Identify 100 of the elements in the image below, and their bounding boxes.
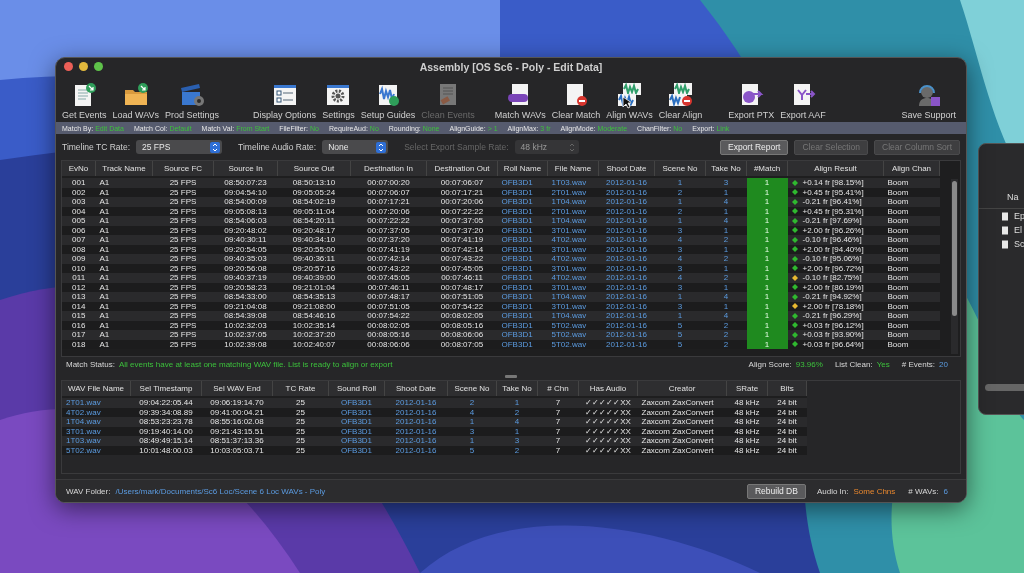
push-button[interactable]: Export Report <box>720 139 789 155</box>
table-cell: 00:08:06:06 <box>426 330 498 340</box>
minimize-button[interactable] <box>79 62 88 71</box>
table-cell: 3T01.wav <box>547 225 599 235</box>
column-header[interactable]: Creator <box>637 381 727 397</box>
table-cell: 25 FPS <box>152 244 214 254</box>
table-cell: A1 <box>95 244 153 254</box>
zoom-button[interactable] <box>94 62 103 71</box>
table-cell: 25 <box>272 407 329 417</box>
table-cell: 09:20:54:05 <box>213 244 278 254</box>
column-header[interactable]: Bits <box>767 381 807 397</box>
table-cell: ✓✓✓✓✓XX <box>578 417 638 427</box>
splitter-handle[interactable] <box>505 374 517 378</box>
dropdown[interactable]: None <box>322 140 389 154</box>
table-cell: 2 <box>654 206 706 216</box>
list-item[interactable]: Sc <box>979 237 1024 251</box>
table-cell: 00:08:02:05 <box>426 311 498 321</box>
toolbar-button[interactable]: Setup Guides <box>358 82 418 122</box>
column-header[interactable]: Align Result <box>787 161 884 177</box>
list-item[interactable]: Ep <box>979 209 1024 223</box>
list-item[interactable]: El <box>979 223 1024 237</box>
table-cell: 25 FPS <box>152 339 214 349</box>
table-cell: Boom <box>883 225 940 235</box>
table-cell: Zaxcom ZaxConvert <box>637 407 727 417</box>
toolbar-button[interactable]: Clear Match <box>549 82 603 122</box>
waveform-icon <box>667 82 694 108</box>
column-header[interactable]: Source FC <box>152 161 214 177</box>
column-header[interactable]: Take No <box>705 161 747 177</box>
close-button[interactable] <box>64 62 73 71</box>
column-header[interactable]: Has Audio <box>578 381 638 397</box>
column-header[interactable]: #Match <box>746 161 788 177</box>
column-header[interactable]: File Name <box>547 161 599 177</box>
dropdown[interactable]: 25 FPS <box>136 140 223 154</box>
toolbar-button[interactable]: Settings <box>320 82 357 122</box>
column-header[interactable]: WAV File Name <box>62 381 131 397</box>
table-cell: 48 kHz <box>726 436 768 446</box>
column-header[interactable]: Sel WAV End <box>201 381 273 397</box>
table-cell: 25 <box>272 397 329 408</box>
table-cell: 2012-01-16 <box>598 197 655 207</box>
column-header[interactable]: Source In <box>213 161 278 177</box>
table-cell: OFB3D1 <box>497 235 548 245</box>
column-header[interactable]: Source Out <box>277 161 351 177</box>
table-cell: 2T01.wav <box>547 206 599 216</box>
toolbar-button[interactable]: Export PTX <box>726 82 777 122</box>
match-count: 1 <box>746 254 788 264</box>
toolbar-button[interactable]: Get Events <box>60 82 109 122</box>
table-cell: A1 <box>95 187 153 197</box>
column-header[interactable]: EvNo <box>62 161 96 177</box>
toolbar-button[interactable]: Clear Align <box>656 82 705 122</box>
column-header[interactable]: Scene No <box>447 381 497 397</box>
column-header[interactable]: Roll Name <box>497 161 548 177</box>
column-header[interactable]: Take No <box>496 381 538 397</box>
push-button[interactable]: Rebuild DB <box>746 483 806 499</box>
window-title: Assembly [OS Sc6 - Poly - Edit Data] <box>419 61 603 73</box>
column-header[interactable]: SRate <box>726 381 768 397</box>
table-cell: A1 <box>95 197 153 207</box>
table-cell: 25 FPS <box>152 187 214 197</box>
table-cell: A1 <box>95 235 153 245</box>
match-count: 1 <box>746 311 788 321</box>
status-label: # Events: <box>901 360 936 369</box>
table-cell: OFB3D1 <box>497 301 548 311</box>
column-header[interactable]: Destination Out <box>426 161 498 177</box>
toolbar-button[interactable]: Load WAVs <box>110 82 162 122</box>
scrollbar[interactable] <box>985 384 1024 391</box>
table-cell: Boom <box>883 339 940 349</box>
toolbar-button[interactable]: Display Options <box>251 82 319 122</box>
column-header[interactable]: Align Chan <box>883 161 940 177</box>
toolbar-button[interactable]: Save Support <box>899 82 958 122</box>
column-header[interactable]: Scene No <box>654 161 706 177</box>
scroll-thumb[interactable] <box>952 181 957 316</box>
scrollbar[interactable] <box>951 179 958 354</box>
toolbar-button[interactable]: Match WAVs <box>492 82 548 122</box>
table-cell: 00:07:22:22 <box>426 206 498 216</box>
table-cell: 4 <box>705 311 747 321</box>
table-cell: 25 <box>272 417 329 427</box>
table-cell: 09:39:34:08.89 <box>130 407 202 417</box>
match-count: 1 <box>746 177 788 188</box>
column-header[interactable]: Sel Timestamp <box>130 381 202 397</box>
match-count: 1 <box>746 273 788 283</box>
folder-path[interactable]: /Users/mark/Documents/Sc6 Loc/Scene 6 Loc WAVs - Poly <box>115 486 326 496</box>
toolbar-button[interactable]: Prod Settings <box>163 82 222 122</box>
column-header[interactable]: # Chn <box>537 381 579 397</box>
status-label: Match Status: <box>66 360 115 369</box>
table-cell: 017 <box>62 330 96 340</box>
table-cell: OFB3D1 <box>497 273 548 283</box>
table-cell: 08:49:49:15.14 <box>130 436 202 446</box>
table-cell: 48 kHz <box>726 426 768 436</box>
table-cell: 2012-01-16 <box>598 254 655 264</box>
column-header[interactable]: Destination In <box>350 161 427 177</box>
table-cell: 016 <box>62 320 96 330</box>
column-header[interactable]: Shoot Date <box>598 161 655 177</box>
column-header[interactable]: Sound Roll <box>328 381 385 397</box>
toolbar-button[interactable]: Align WAVs <box>604 82 655 122</box>
table-cell: 08:54:20:11 <box>277 216 351 226</box>
column-header[interactable]: Track Name <box>95 161 153 177</box>
toolbar-button[interactable]: Export AAF <box>778 82 828 122</box>
column-header[interactable]: Shoot Date <box>384 381 448 397</box>
match-count: 1 <box>746 235 788 245</box>
table-cell: 7 <box>537 426 579 436</box>
column-header[interactable]: TC Rate <box>272 381 329 397</box>
